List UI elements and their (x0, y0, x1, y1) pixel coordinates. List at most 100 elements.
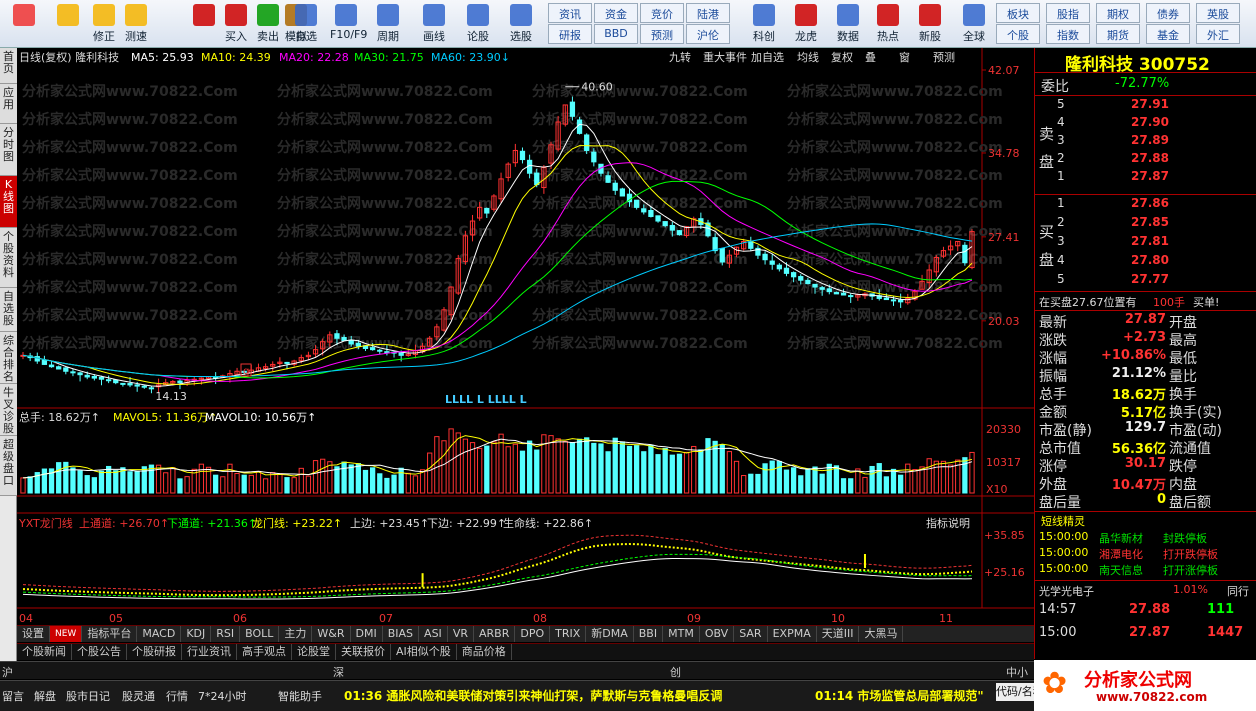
news-ticker-1[interactable]: 01:36 通胀风险和美联储对策引来神仙打架，萨默斯与克鲁格曼唱反调 (344, 687, 722, 704)
sell-price[interactable]: 27.89 (1131, 133, 1169, 147)
buy-price[interactable]: 27.77 (1131, 272, 1169, 286)
related-sector[interactable]: 光学光电子 (1039, 583, 1094, 599)
sprite-stock[interactable]: 湘潭电化 (1099, 546, 1143, 562)
toolbar-button-13[interactable]: 选股 (505, 2, 537, 46)
news-tab-4[interactable]: 高手观点 (237, 644, 292, 660)
toolbar-link-bottom-0[interactable]: 研报 (548, 24, 592, 44)
indicator-tab-8[interactable]: W&R (312, 626, 351, 642)
toolbar-link-top-8[interactable]: 英股 (1196, 3, 1240, 23)
toolbar-link-top-7[interactable]: 债券 (1146, 3, 1190, 23)
indicator-tab-4[interactable]: KDJ (181, 626, 212, 642)
leftnav-item-1[interactable]: 应用 (0, 84, 17, 124)
status-item-3[interactable]: 股灵通 (122, 688, 155, 704)
chart-tool-7[interactable]: 预测 (933, 51, 955, 64)
toolbar-link-bottom-8[interactable]: 外汇 (1196, 24, 1240, 44)
toolbar-button-12[interactable]: 论股 (462, 2, 494, 46)
leftnav-item-4[interactable]: 个股资料 (0, 228, 17, 288)
indicator-tab-18[interactable]: MTM (663, 626, 700, 642)
toolbar-link-top-4[interactable]: 板块 (996, 3, 1040, 23)
leftnav-item-6[interactable]: 综合排名 (0, 332, 17, 384)
buy-price[interactable]: 27.81 (1131, 234, 1169, 248)
indicator-tab-13[interactable]: ARBR (474, 626, 516, 642)
toolbar-button-14[interactable]: 科创 (748, 2, 780, 46)
status-item-4[interactable]: 行情 (166, 688, 188, 704)
toolbar-button-0[interactable] (8, 2, 40, 46)
toolbar-button-16[interactable]: 数据 (832, 2, 864, 46)
toolbar-link-top-3[interactable]: 陆港 (686, 3, 730, 23)
sprite-stock[interactable]: 南天信息 (1099, 562, 1143, 578)
indicator-tab-21[interactable]: EXPMA (768, 626, 817, 642)
toolbar-button-5[interactable]: 买入 (220, 2, 252, 46)
indicator-tab-3[interactable]: MACD (137, 626, 182, 642)
buy-price[interactable]: 27.80 (1131, 253, 1169, 267)
leftnav-item-8[interactable]: 超级盘口 (0, 436, 17, 496)
indicator-tab-23[interactable]: 大黑马 (859, 626, 904, 642)
indicator-tab-22[interactable]: 天道III (817, 626, 860, 642)
indicator-tab-15[interactable]: TRIX (550, 626, 587, 642)
indicator-tab-9[interactable]: DMI (351, 626, 383, 642)
news-tab-3[interactable]: 行业资讯 (182, 644, 237, 660)
sprite-stock[interactable]: 晶华新材 (1099, 530, 1143, 546)
toolbar-button-19[interactable]: 全球 (958, 2, 990, 46)
news-tab-1[interactable]: 个股公告 (72, 644, 127, 660)
toolbar-button-1[interactable] (52, 2, 84, 46)
status-item-0[interactable]: 留言 (2, 688, 24, 704)
buy-price[interactable]: 27.85 (1131, 215, 1169, 229)
indicator-tab-14[interactable]: DPO (515, 626, 551, 642)
toolbar-link-bottom-4[interactable]: 个股 (996, 24, 1040, 44)
kline-chart[interactable]: 分析家公式网www.70822.Com 分析家公式网www.70822.Com 分析… (17, 48, 1034, 625)
leftnav-item-2[interactable]: 分时图 (0, 124, 17, 176)
news-tab-0[interactable]: 个股新闻 (17, 644, 72, 660)
toolbar-link-bottom-1[interactable]: BBD (594, 24, 638, 44)
indicator-tab-2[interactable]: 指标平台 (82, 626, 138, 642)
sell-price[interactable]: 27.87 (1131, 169, 1169, 183)
toolbar-link-bottom-7[interactable]: 基金 (1146, 24, 1190, 44)
code-search-input[interactable]: 代码/名称 (996, 683, 1034, 701)
indicator-tab-7[interactable]: 主力 (279, 626, 313, 642)
chart-area[interactable]: 分析家公式网www.70822.Com 分析家公式网www.70822.Com 分析… (17, 48, 1034, 625)
indicator-tab-6[interactable]: BOLL (240, 626, 280, 642)
chart-tool-4[interactable]: 复权 (831, 50, 853, 64)
toolbar-link-top-5[interactable]: 股指 (1046, 3, 1090, 23)
market-sz[interactable]: 深 (333, 664, 344, 680)
sell-price[interactable]: 27.88 (1131, 151, 1169, 165)
toolbar-button-11[interactable]: 画线 (418, 2, 450, 46)
toolbar-button-17[interactable]: 热点 (872, 2, 904, 46)
chart-tool-3[interactable]: 均线 (797, 50, 819, 64)
leftnav-item-5[interactable]: 自选股 (0, 288, 17, 332)
leftnav-item-7[interactable]: 牛叉诊股 (0, 384, 17, 436)
toolbar-link-bottom-5[interactable]: 指数 (1046, 24, 1090, 44)
toolbar-button-4[interactable] (188, 2, 220, 46)
leftnav-item-0[interactable]: 首页 (0, 48, 17, 84)
indicator-tab-10[interactable]: BIAS (383, 626, 420, 642)
indicator-tab-0[interactable]: 设置 (17, 626, 50, 642)
toolbar-button-18[interactable]: 新股 (914, 2, 946, 46)
indicator-tab-16[interactable]: 新DMA (586, 626, 634, 642)
toolbar-button-15[interactable]: 龙虎 (790, 2, 822, 46)
news-tab-2[interactable]: 个股研报 (127, 644, 182, 660)
toolbar-link-top-0[interactable]: 资讯 (548, 3, 592, 23)
leftnav-item-3[interactable]: K线图 (0, 176, 17, 228)
status-item-5[interactable]: 7*24小时 (198, 688, 247, 704)
indicator-tab-1[interactable]: NEW (50, 626, 83, 642)
indicator-tab-5[interactable]: RSI (211, 626, 241, 642)
toolbar-button-3[interactable]: 测速 (120, 2, 152, 46)
indicator-tab-20[interactable]: SAR (734, 626, 768, 642)
market-cy[interactable]: 创 (670, 664, 681, 680)
sell-price[interactable]: 27.90 (1131, 115, 1169, 129)
toolbar-button-8[interactable]: 自选 (290, 2, 322, 46)
market-sh[interactable]: 沪 (2, 664, 13, 680)
status-item-2[interactable]: 股市日记 (66, 688, 110, 704)
indicator-tab-19[interactable]: OBV (700, 626, 735, 642)
related-sector-tag[interactable]: 同行 (1227, 583, 1249, 599)
indicator-help-button[interactable]: 指标说明 (926, 516, 970, 530)
news-ticker-2[interactable]: 01:14 市场监管总局部署规范" (815, 687, 995, 704)
status-item-6[interactable]: 智能助手 (278, 688, 322, 704)
toolbar-link-bottom-2[interactable]: 预测 (640, 24, 684, 44)
news-tab-7[interactable]: AI相似个股 (391, 644, 457, 660)
news-tab-6[interactable]: 关联报价 (336, 644, 391, 660)
indicator-tab-12[interactable]: VR (448, 626, 474, 642)
toolbar-link-top-2[interactable]: 竞价 (640, 3, 684, 23)
indicator-tab-11[interactable]: ASI (419, 626, 448, 642)
toolbar-link-bottom-6[interactable]: 期货 (1096, 24, 1140, 44)
